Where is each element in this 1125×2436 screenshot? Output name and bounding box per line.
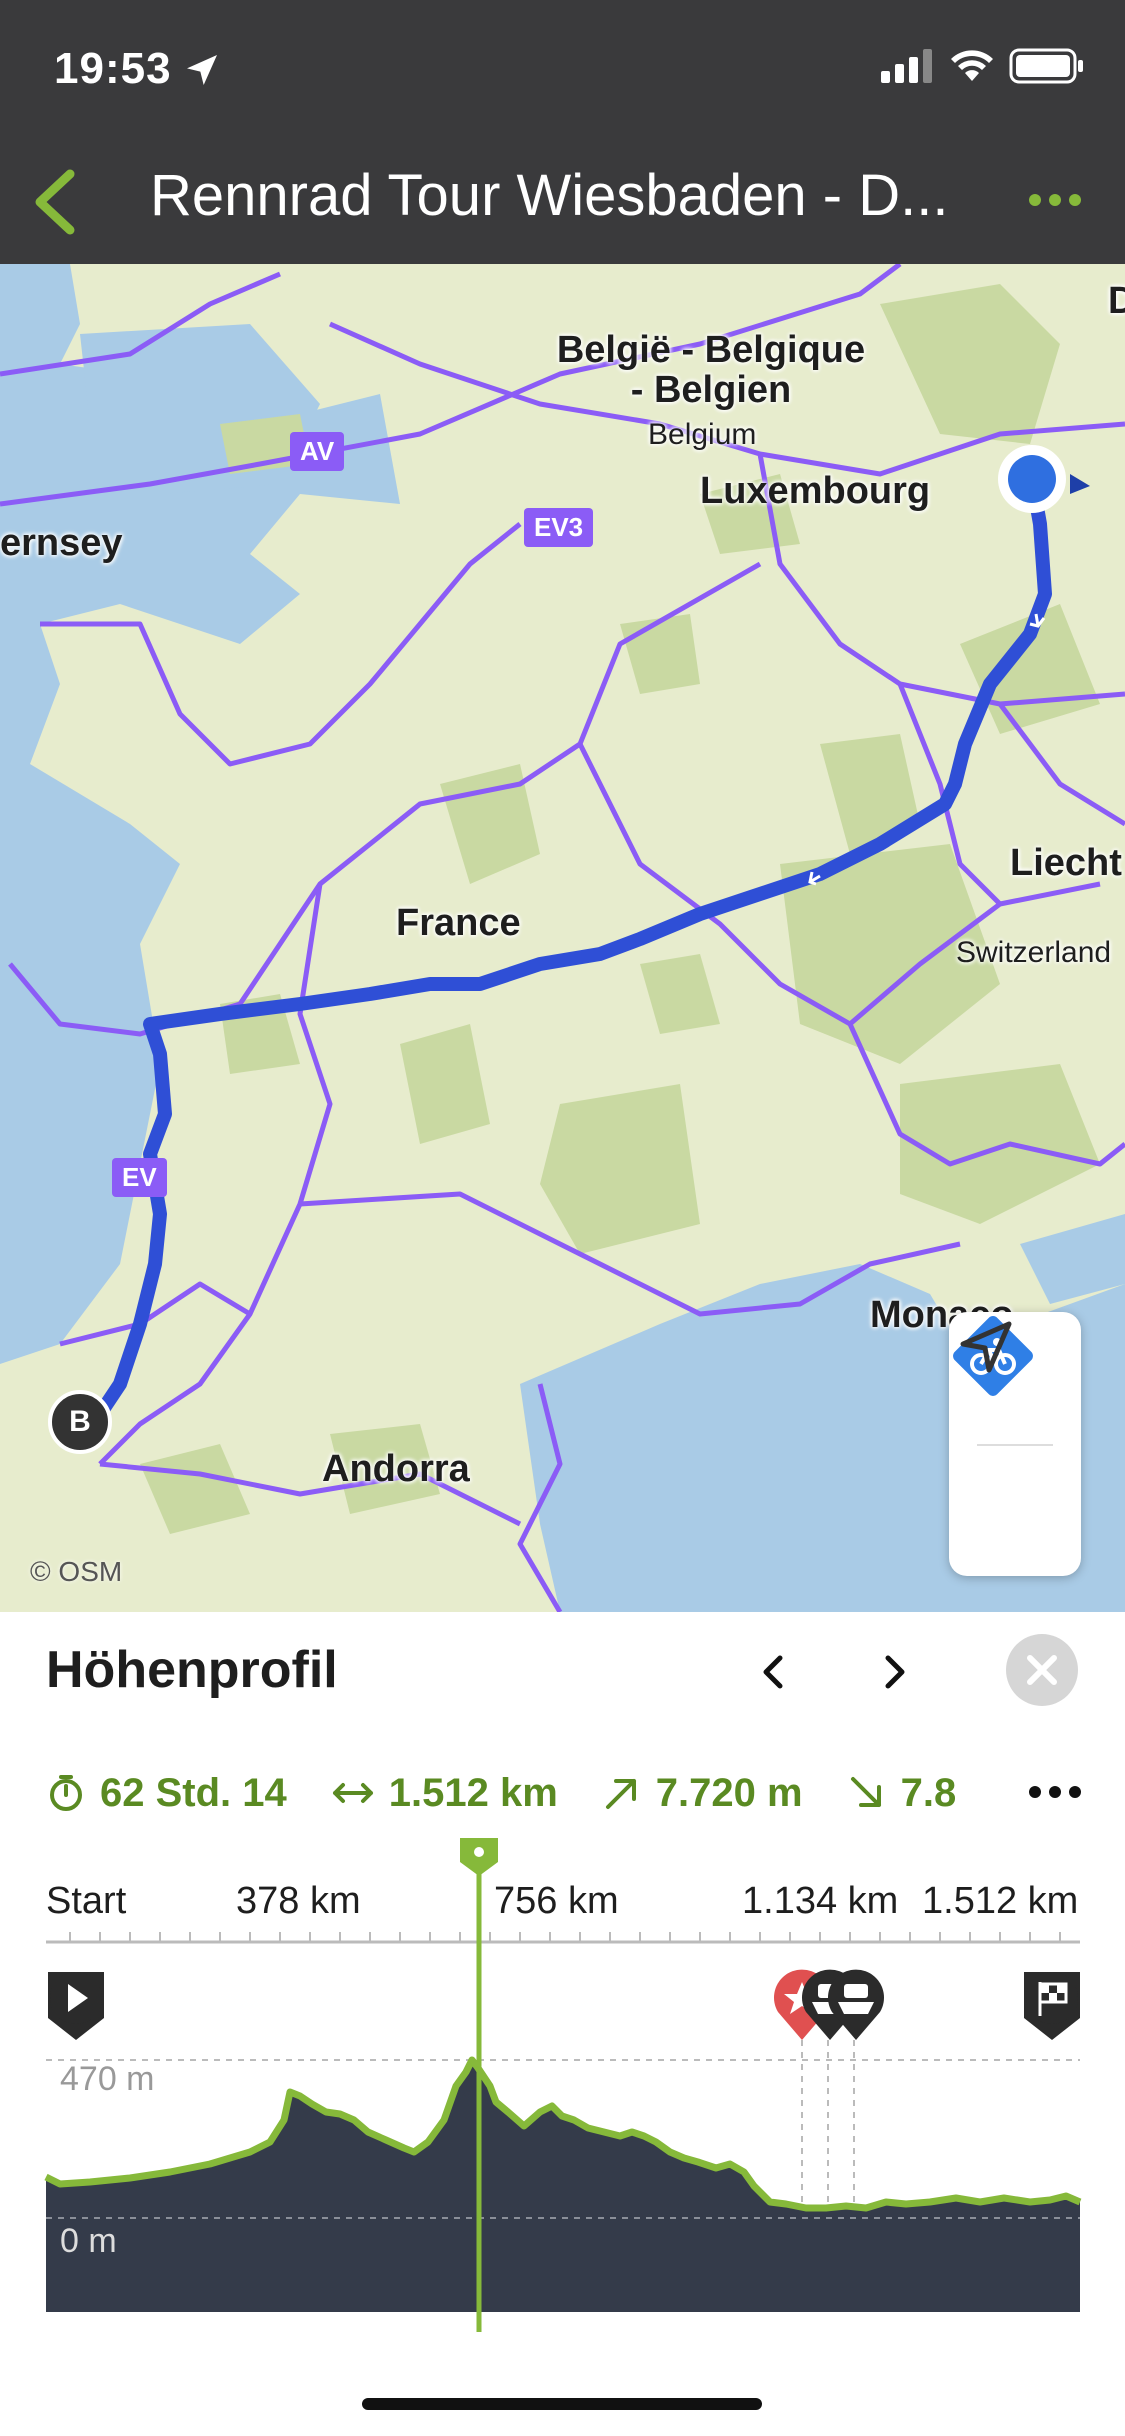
status-icons	[881, 48, 1085, 84]
start-flag-icon[interactable]	[44, 1968, 108, 2044]
cellular-signal-icon	[881, 49, 932, 83]
home-indicator[interactable]	[362, 2398, 762, 2410]
route-end-marker[interactable]: B	[48, 1390, 112, 1454]
finish-flag-icon[interactable]	[1020, 1968, 1084, 2044]
elevation-min-label: 0 m	[60, 2222, 117, 2260]
status-bar: 19:53	[0, 0, 1125, 140]
locate-me-icon[interactable]	[949, 1312, 1021, 1384]
map-label-d: D	[1108, 280, 1125, 322]
map-label-belgium-en: Belgium	[648, 418, 757, 451]
tour-title: Rennrad Tour Wiesbaden - D...	[150, 163, 949, 228]
elevation-chart[interactable]	[0, 1612, 1125, 2436]
route-badge-ev: EV	[112, 1158, 167, 1197]
navigation-bar: Rennrad Tour Wiesbaden - D...	[0, 140, 1125, 264]
osm-attribution: © OSM	[30, 1556, 123, 1587]
map-label-switzerland: Switzerland	[956, 936, 1112, 969]
map-label-liecht: Liecht	[1010, 842, 1122, 884]
ferry-marker-icon-2[interactable]	[826, 1968, 886, 2044]
back-chevron-icon[interactable]	[24, 164, 94, 240]
map-label-belgium: België - Belgique - Belgien	[556, 329, 866, 411]
route-badge-av: AV	[290, 432, 345, 471]
status-time: 19:53	[54, 44, 172, 93]
map-label-france: France	[396, 902, 521, 944]
map-label-guernsey: ernsey	[0, 522, 123, 564]
route-map[interactable]: B België - Belgique - Belgien Belgium Lu…	[0, 264, 1125, 1612]
map-controls	[949, 1312, 1081, 1576]
map-label-andorra: Andorra	[322, 1448, 470, 1490]
map-label-luxembourg: Luxembourg	[700, 470, 931, 512]
wifi-icon	[951, 50, 993, 81]
location-arrow-icon	[187, 55, 217, 85]
elevation-panel: Höhenprofil 62 Std. 14 1.512 km 7.720 m …	[0, 1612, 1125, 2436]
elevation-max-label: 470 m	[60, 2060, 155, 2098]
more-options-icon[interactable]	[1025, 180, 1085, 220]
route-badge-ev3: EV3	[524, 508, 594, 547]
controls-divider	[977, 1444, 1053, 1446]
battery-icon	[1009, 48, 1083, 84]
